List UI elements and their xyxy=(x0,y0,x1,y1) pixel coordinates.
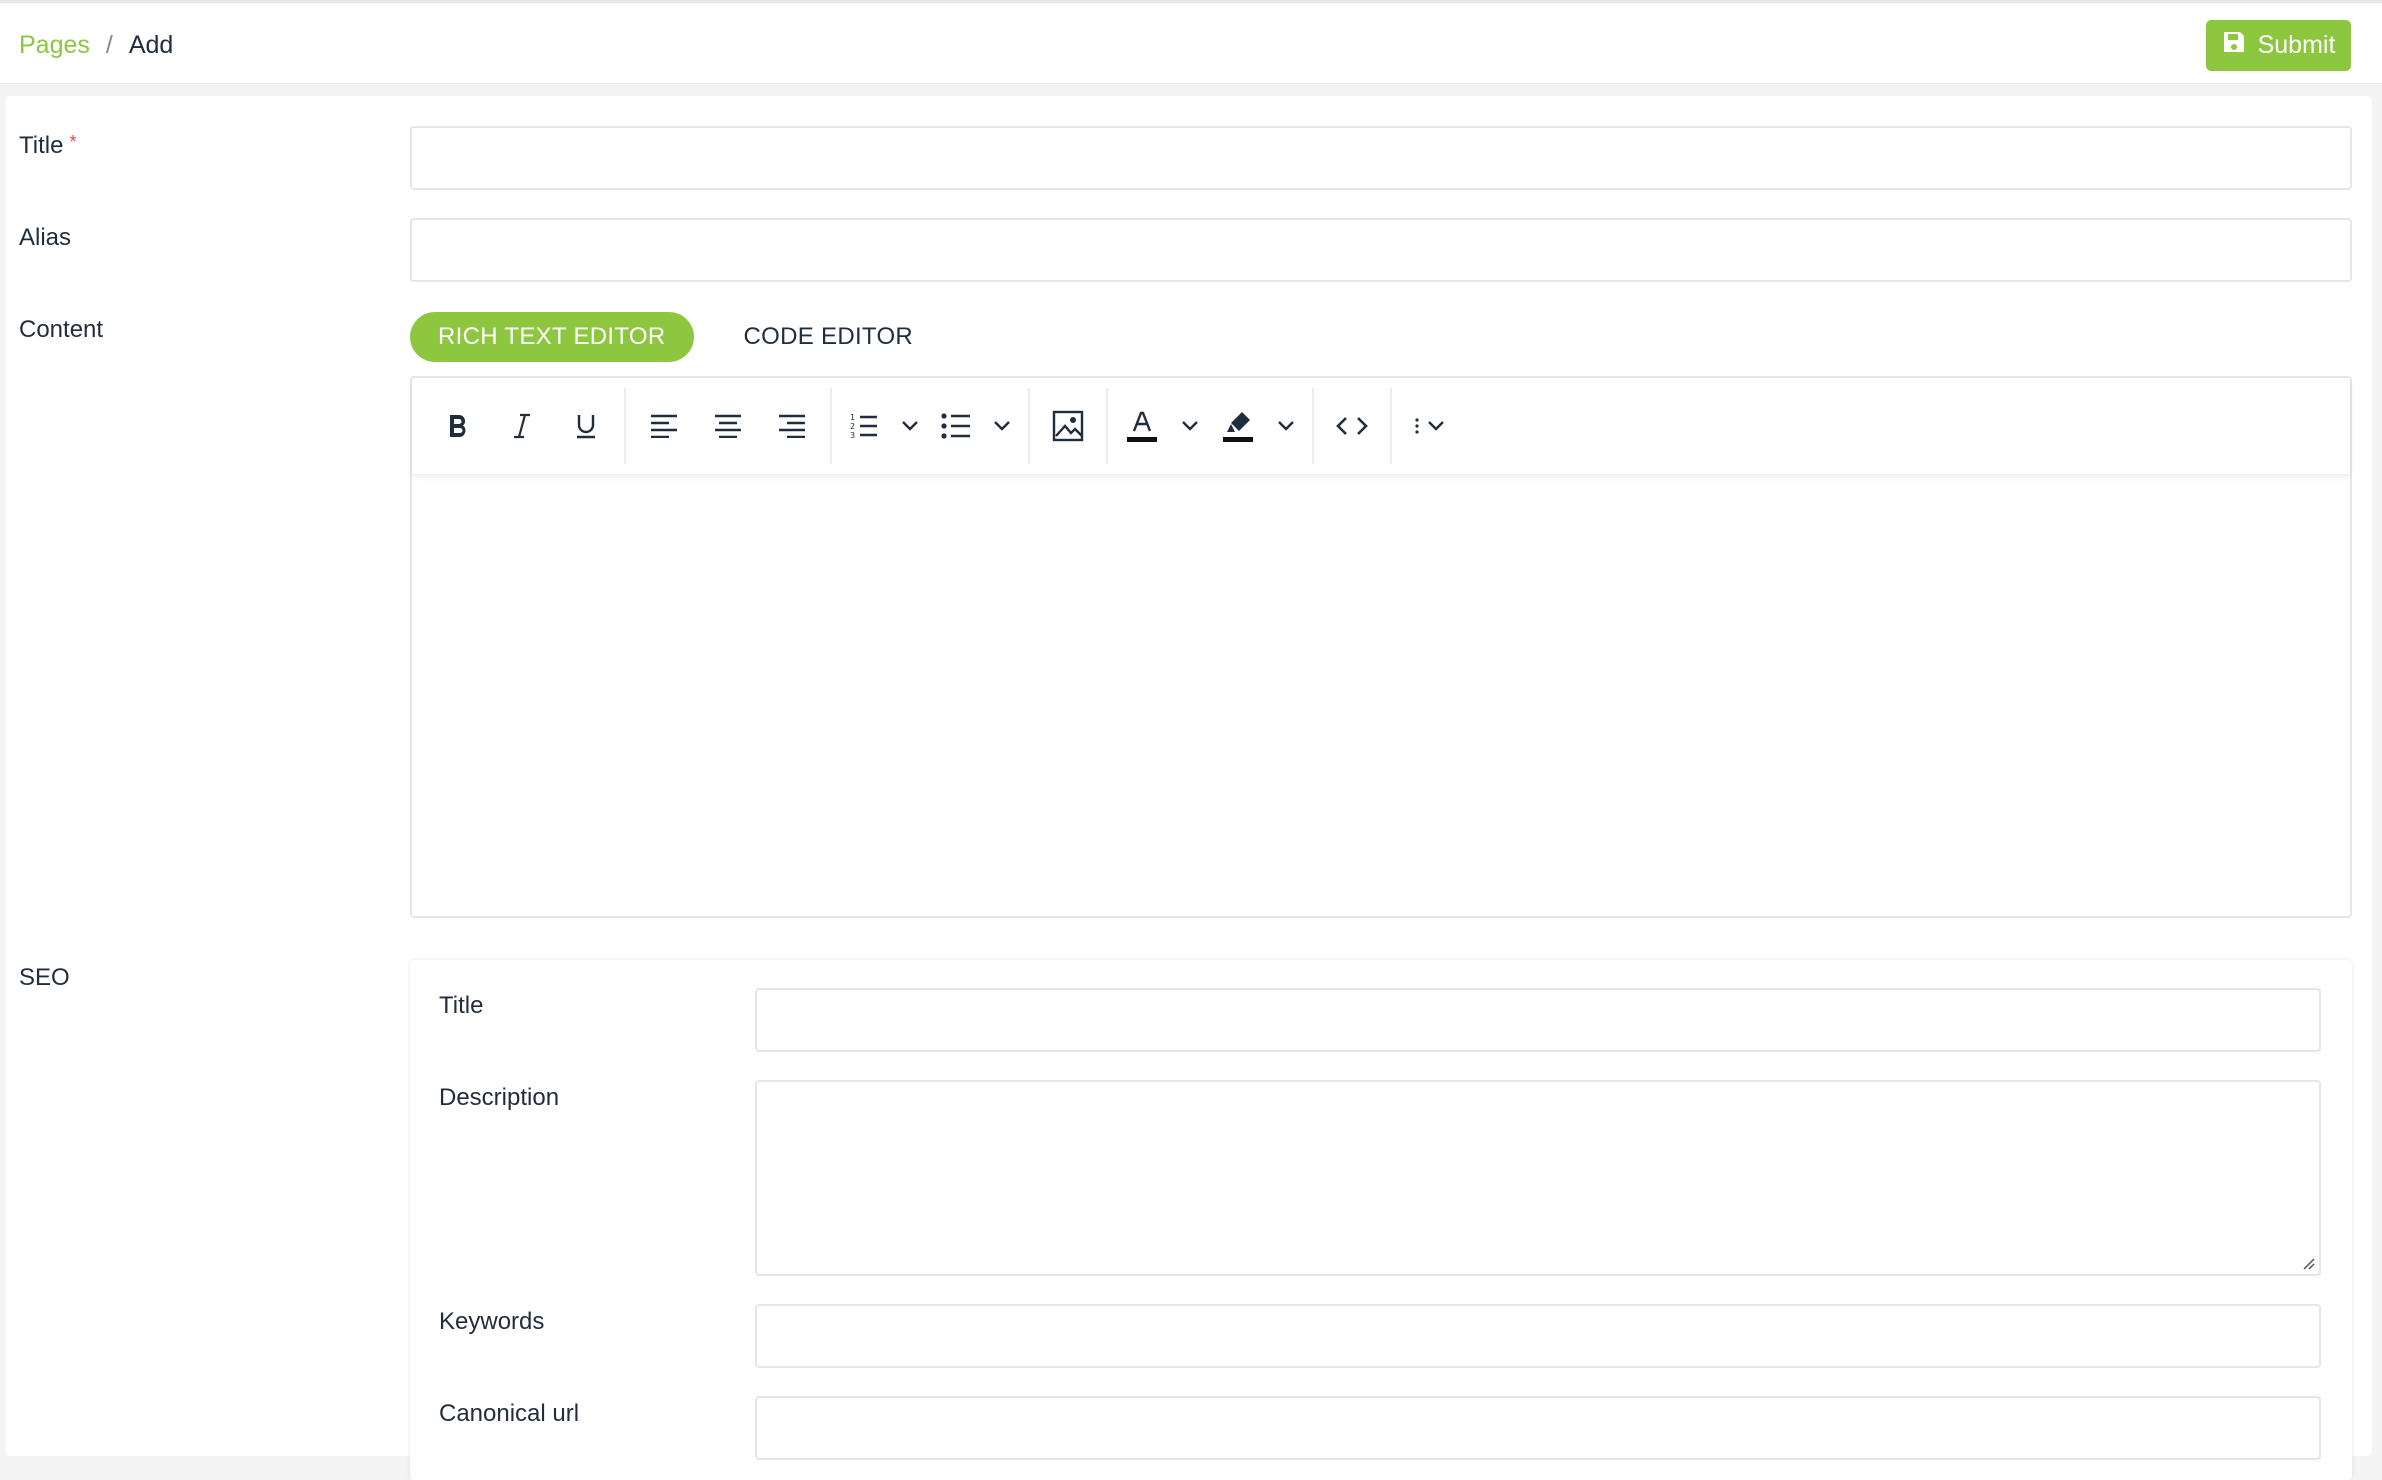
italic-icon[interactable] xyxy=(490,400,554,452)
breadcrumb-separator: / xyxy=(105,31,113,59)
seo-title-input[interactable] xyxy=(755,988,2321,1052)
toolbar-divider xyxy=(1312,388,1314,464)
align-left-icon[interactable] xyxy=(632,400,696,452)
svg-text:1: 1 xyxy=(850,413,855,422)
alias-label: Alias xyxy=(19,224,72,251)
title-label: Title * xyxy=(19,132,76,160)
svg-text:3: 3 xyxy=(850,431,855,440)
bold-icon[interactable] xyxy=(426,400,490,452)
content-label: Content xyxy=(19,316,104,343)
chevron-down-icon[interactable] xyxy=(982,400,1022,452)
chevron-down-icon[interactable] xyxy=(890,400,930,452)
toolbar-divider xyxy=(1390,388,1392,464)
title-input[interactable] xyxy=(410,126,2352,190)
resize-handle-icon[interactable] xyxy=(2301,1256,2315,1270)
code-view-icon[interactable] xyxy=(1320,400,1384,452)
toolbar-divider xyxy=(624,388,626,464)
toolbar-divider xyxy=(830,388,832,464)
submit-label: Submit xyxy=(2257,31,2336,59)
ordered-list-icon[interactable]: 123 xyxy=(838,400,890,452)
seo-panel: Title Description Keywords Canonical url xyxy=(410,960,2352,1480)
highlight-icon[interactable] xyxy=(1210,400,1266,452)
title-label-text: Title xyxy=(19,132,64,159)
editor-toolbar: 123 xyxy=(412,378,2350,474)
editor-tabs: RICH TEXT EDITOR CODE EDITOR xyxy=(410,312,941,362)
seo-canonical-url-label: Canonical url xyxy=(439,1400,580,1427)
underline-icon[interactable] xyxy=(554,400,618,452)
seo-label: SEO xyxy=(19,964,70,991)
chevron-down-icon[interactable] xyxy=(1170,400,1210,452)
seo-description-label: Description xyxy=(439,1084,560,1111)
chevron-down-icon[interactable] xyxy=(1266,400,1306,452)
more-icon[interactable] xyxy=(1398,400,1462,452)
seo-description-textarea[interactable] xyxy=(755,1080,2321,1276)
text-color-icon[interactable] xyxy=(1114,400,1170,452)
align-right-icon[interactable] xyxy=(760,400,824,452)
toolbar-divider xyxy=(1106,388,1108,464)
svg-text:2: 2 xyxy=(850,422,855,431)
tab-rich-text-editor[interactable]: RICH TEXT EDITOR xyxy=(410,312,694,362)
save-icon xyxy=(2222,30,2246,61)
seo-title-label: Title xyxy=(439,992,484,1019)
alias-input[interactable] xyxy=(410,218,2352,282)
editor-content-area[interactable] xyxy=(412,476,2350,916)
required-mark: * xyxy=(69,132,77,152)
tab-code-editor[interactable]: CODE EDITOR xyxy=(716,312,942,362)
top-bar: Pages / Add Submit xyxy=(0,0,2382,84)
breadcrumb-current: Add xyxy=(128,31,174,59)
toolbar-divider xyxy=(1028,388,1030,464)
seo-canonical-url-input[interactable] xyxy=(755,1396,2321,1460)
align-center-icon[interactable] xyxy=(696,400,760,452)
image-icon[interactable] xyxy=(1036,400,1100,452)
submit-button[interactable]: Submit xyxy=(2206,20,2351,71)
breadcrumb: Pages / Add xyxy=(19,31,173,60)
seo-keywords-input[interactable] xyxy=(755,1304,2321,1368)
breadcrumb-pages-link[interactable]: Pages xyxy=(19,31,90,60)
rich-text-editor: 123 xyxy=(410,376,2352,918)
seo-keywords-label: Keywords xyxy=(439,1308,545,1335)
bullet-list-icon[interactable] xyxy=(930,400,982,452)
